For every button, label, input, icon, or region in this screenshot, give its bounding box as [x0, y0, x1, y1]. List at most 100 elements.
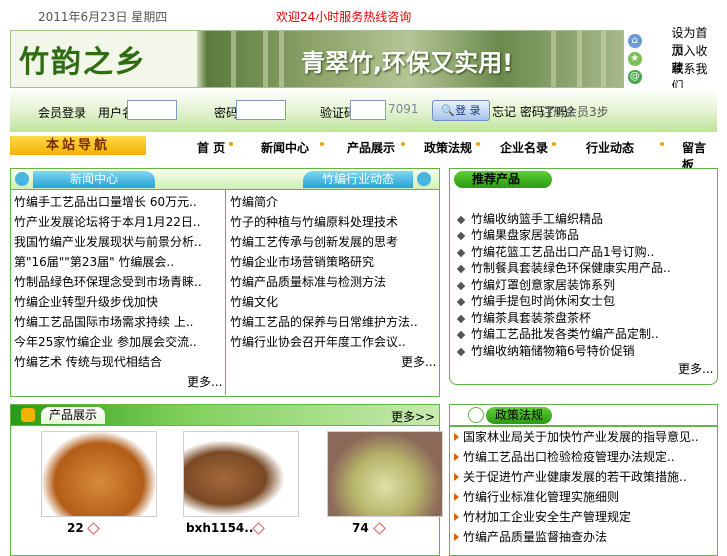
product-name[interactable]: 74: [352, 521, 369, 535]
code-input[interactable]: [350, 100, 386, 120]
column-divider: [225, 190, 226, 395]
nav-separator: [552, 142, 556, 146]
news-item[interactable]: 竹制品绿色环保理念受到市场青睐..: [14, 273, 202, 290]
recommend-item[interactable]: 竹制餐具套装绿色环保健康实用产品..: [456, 259, 671, 276]
nav-item-news[interactable]: 新闻中心: [261, 139, 309, 156]
news-item[interactable]: 竹编工艺品国际市场需求持续 上..: [14, 313, 193, 330]
bullet-icon: [456, 281, 466, 291]
nav-separator: [401, 142, 405, 146]
industry-item[interactable]: 竹编企业市场营销策略研究: [230, 253, 374, 270]
bullet-icon: [456, 347, 466, 357]
arrow-icon: [454, 533, 459, 541]
nav-separator: [660, 142, 664, 146]
bullet-icon: [456, 231, 466, 241]
industry-item[interactable]: 竹编工艺品的保养与日常维护方法..: [230, 313, 418, 330]
bullet-icon: [456, 248, 466, 258]
recommend-tab-header: 推荐产品: [450, 169, 717, 189]
nav-separator: [229, 142, 233, 146]
arrow-icon: [454, 473, 459, 481]
news-item[interactable]: 竹编企业转型升级步伐加快: [14, 293, 158, 310]
arrow-icon: [454, 433, 459, 441]
product-image-basket[interactable]: [41, 431, 157, 517]
recommend-item[interactable]: 竹编工艺品批发各类竹编产品定制..: [456, 325, 659, 342]
nav-label: 本站导航: [10, 136, 146, 155]
products-more-link[interactable]: 更多>>: [391, 408, 435, 425]
recommend-item[interactable]: 竹编收纳篮手工编织精品: [456, 210, 603, 227]
login-bar: 会员登录 用户名： 密码： 验证码： 7091 🔍登 录 忘记 密码了吗? 注册…: [10, 88, 717, 132]
news-item[interactable]: 竹产业发展论坛将于本月1月22日..: [14, 213, 201, 230]
logo-area[interactable]: 竹韵之乡: [11, 31, 197, 87]
mail-icon: @: [628, 70, 642, 84]
policy-panel: 政策法规 国家林业局关于加快竹产业发展的指导意见.. 竹编工艺品出口检验检疫管理…: [449, 404, 718, 556]
news-item[interactable]: 我国竹编产业发展现状与前景分析..: [14, 233, 202, 250]
product-tab-header: 产品展示 更多>>: [11, 405, 439, 426]
quick-link-contact[interactable]: @ 联系我们: [628, 62, 718, 93]
bullet-icon: [456, 330, 466, 340]
product-image-lamp[interactable]: [327, 431, 443, 517]
recommend-item[interactable]: 竹编花篮工艺品出口产品1号订购..: [456, 243, 654, 260]
current-date: 2011年6月23日 星期四: [38, 10, 168, 24]
industry-item[interactable]: 竹子的种植与竹编原料处理技术: [230, 213, 398, 230]
policy-tab-header: 政策法规: [450, 405, 717, 427]
nav-item-products[interactable]: 产品展示: [347, 139, 395, 156]
tab-news-center[interactable]: 新闻中心: [33, 171, 155, 188]
product-panel: 产品展示 更多>> 22 bxh1154.. 74: [10, 404, 443, 556]
top-bar: 2011年6月23日 星期四 欢迎24小时服务热线咨询: [0, 0, 727, 30]
search-icon: 🔍: [441, 104, 456, 117]
arrow-icon: [454, 453, 459, 461]
arrow-icon: [454, 513, 459, 521]
quick-links: ⌂ 设为首页 ★ 加入收藏 @ 联系我们: [628, 26, 718, 93]
policy-item[interactable]: 竹编工艺品出口检验检疫管理办法规定..: [454, 448, 675, 465]
industry-item[interactable]: 竹编简介: [230, 193, 278, 210]
news-item[interactable]: 今年25家竹编企业 参加展会交流..: [14, 333, 197, 350]
banner-slogan: 青翠竹,环保又实用!: [301, 49, 514, 77]
policy-item[interactable]: 竹编行业标准化管理实施细则: [454, 488, 619, 505]
tab-policy[interactable]: 政策法规: [486, 407, 552, 424]
diamond-icon: [252, 522, 265, 535]
product-image-boots[interactable]: [183, 431, 299, 517]
policy-item[interactable]: 竹编产品质量监督抽查办法: [454, 528, 607, 545]
service-notice[interactable]: 欢迎24小时服务热线咨询: [276, 8, 411, 25]
recommend-item[interactable]: 竹编果盘家居装饰品: [456, 226, 579, 243]
news-more-link[interactable]: 更多...: [187, 373, 222, 390]
nav-item-policy[interactable]: 政策法规: [424, 139, 472, 156]
recommend-item[interactable]: 竹编茶具套装茶盘茶杯: [456, 309, 591, 326]
news-item[interactable]: 竹编手工艺品出口量增长 60万元..: [14, 193, 197, 210]
tab-products[interactable]: 产品展示: [41, 407, 105, 424]
recommend-item[interactable]: 竹编灯罩创意家居装饰系列: [456, 276, 615, 293]
product-name[interactable]: 22: [67, 521, 84, 535]
nav-item-directory[interactable]: 企业名录: [500, 139, 548, 156]
industry-item[interactable]: 竹编文化: [230, 293, 278, 310]
policy-item[interactable]: 国家林业局关于加快竹产业发展的指导意见..: [454, 428, 699, 445]
news-tab-header: 新闻中心 竹编行业动态: [11, 169, 439, 190]
nav-separator: [320, 142, 324, 146]
policy-item[interactable]: 竹材加工企业安全生产管理规定: [454, 508, 631, 525]
recommend-more-link[interactable]: 更多...: [678, 360, 713, 377]
nav-item-home[interactable]: 首 页: [197, 139, 225, 156]
member-login-label: 会员登录: [38, 106, 87, 120]
recommend-item[interactable]: 竹编手提包时尚休闲女士包: [456, 292, 615, 309]
tab-recommend[interactable]: 推荐产品: [454, 171, 552, 188]
industry-item[interactable]: 竹编行业协会召开年度工作会议..: [230, 333, 406, 350]
industry-item[interactable]: 竹编工艺传承与创新发展的思考: [230, 233, 398, 250]
home-icon: ⌂: [628, 34, 642, 48]
arrow-icon: [468, 407, 484, 423]
recommend-item[interactable]: 竹编收纳箱储物箱6号特价促销: [456, 342, 635, 359]
policy-item[interactable]: 关于促进竹产业健康发展的若干政策措施..: [454, 468, 687, 485]
industry-more-link[interactable]: 更多...: [401, 353, 436, 370]
bullet-icon: [456, 264, 466, 274]
news-item[interactable]: 竹编艺术 传统与现代相结合: [14, 353, 162, 370]
news-item[interactable]: 第"16届""第23届" 竹编展会..: [14, 253, 174, 270]
header-banner: 竹韵之乡 青翠竹,环保又实用!: [10, 30, 624, 88]
arrow-icon: [454, 493, 459, 501]
login-button[interactable]: 🔍登 录: [432, 100, 490, 121]
nav-separator: [476, 142, 480, 146]
industry-item[interactable]: 竹编产品质量标准与检测方法: [230, 273, 386, 290]
password-input[interactable]: [236, 100, 286, 120]
nav-item-industry[interactable]: 行业动态: [586, 139, 634, 156]
bullet-icon: [456, 297, 466, 307]
register-link[interactable]: 注册会员3步: [541, 103, 609, 120]
product-name[interactable]: bxh1154..: [186, 521, 253, 535]
tab-industry-news[interactable]: 竹编行业动态: [303, 171, 413, 188]
username-input[interactable]: [127, 100, 177, 120]
